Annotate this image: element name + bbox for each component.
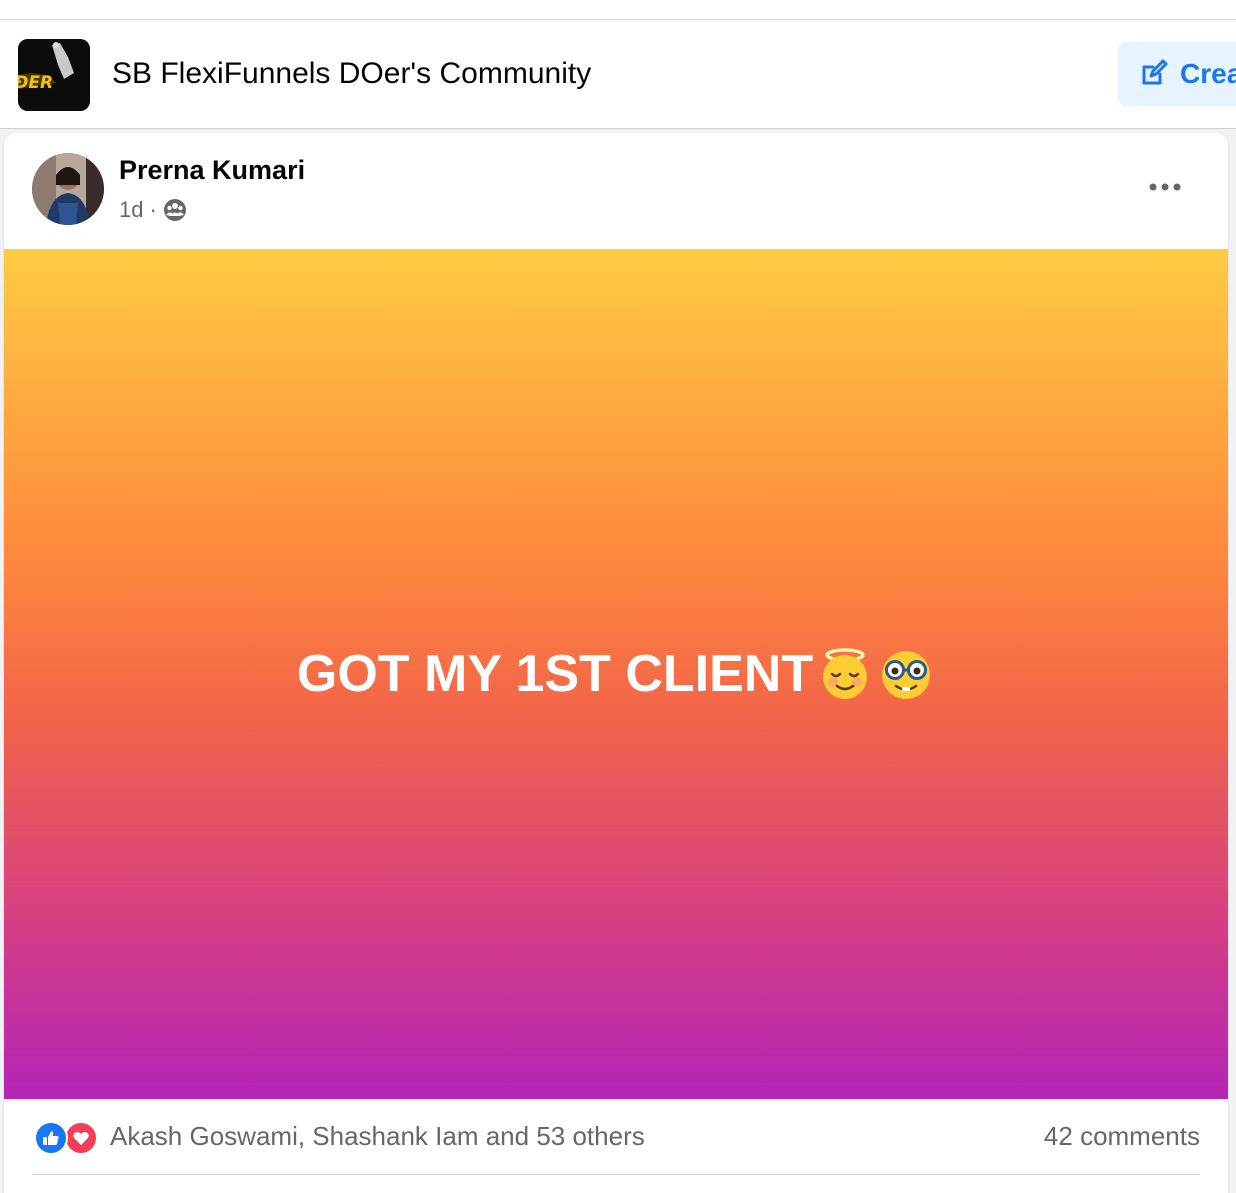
group-logo-image: ÐER — [18, 39, 90, 111]
top-strip — [0, 0, 1236, 20]
comment-count[interactable]: 42 comments — [1044, 1121, 1200, 1152]
post-text-wrapper: GOT MY 1ST CLIENT — [297, 644, 935, 704]
reactions-bar: Akash Goswami, Shashank Iam and 53 other… — [32, 1099, 1200, 1175]
create-post-button[interactable]: Crea — [1118, 42, 1236, 106]
post-time[interactable]: 1d — [119, 197, 143, 223]
post-background[interactable]: GOT MY 1ST CLIENT — [4, 249, 1228, 1099]
reaction-names[interactable]: Akash Goswami, Shashank Iam and 53 other… — [110, 1121, 645, 1152]
meta-separator: · — [149, 197, 157, 222]
avatar-image — [32, 153, 104, 225]
svg-text:ÐER: ÐER — [18, 73, 53, 93]
like-icon — [34, 1121, 68, 1155]
author-avatar[interactable] — [32, 153, 104, 225]
love-icon — [64, 1121, 98, 1155]
post-card: Prerna Kumari 1d · GOT MY 1ST CLIENT Aka… — [4, 133, 1228, 1193]
post-meta: 1d · — [119, 195, 187, 225]
group-logo[interactable]: ÐER — [18, 39, 90, 111]
smiling-face-with-halo-icon — [823, 648, 868, 699]
group-name[interactable]: SB FlexiFunnels DOer's Community — [112, 57, 591, 91]
create-post-label: Crea — [1180, 58, 1236, 89]
author-name[interactable]: Prerna Kumari — [119, 155, 305, 186]
nerd-face-icon — [882, 651, 931, 699]
group-members-icon[interactable] — [163, 198, 187, 222]
more-options-button[interactable] — [1140, 167, 1190, 207]
reaction-icons[interactable] — [34, 1119, 104, 1155]
more-dots-icon — [1149, 183, 1181, 191]
edit-icon — [1142, 59, 1168, 85]
group-header: ÐER SB FlexiFunnels DOer's Community Cre… — [0, 21, 1236, 129]
post-text: GOT MY 1ST CLIENT — [296, 645, 814, 703]
